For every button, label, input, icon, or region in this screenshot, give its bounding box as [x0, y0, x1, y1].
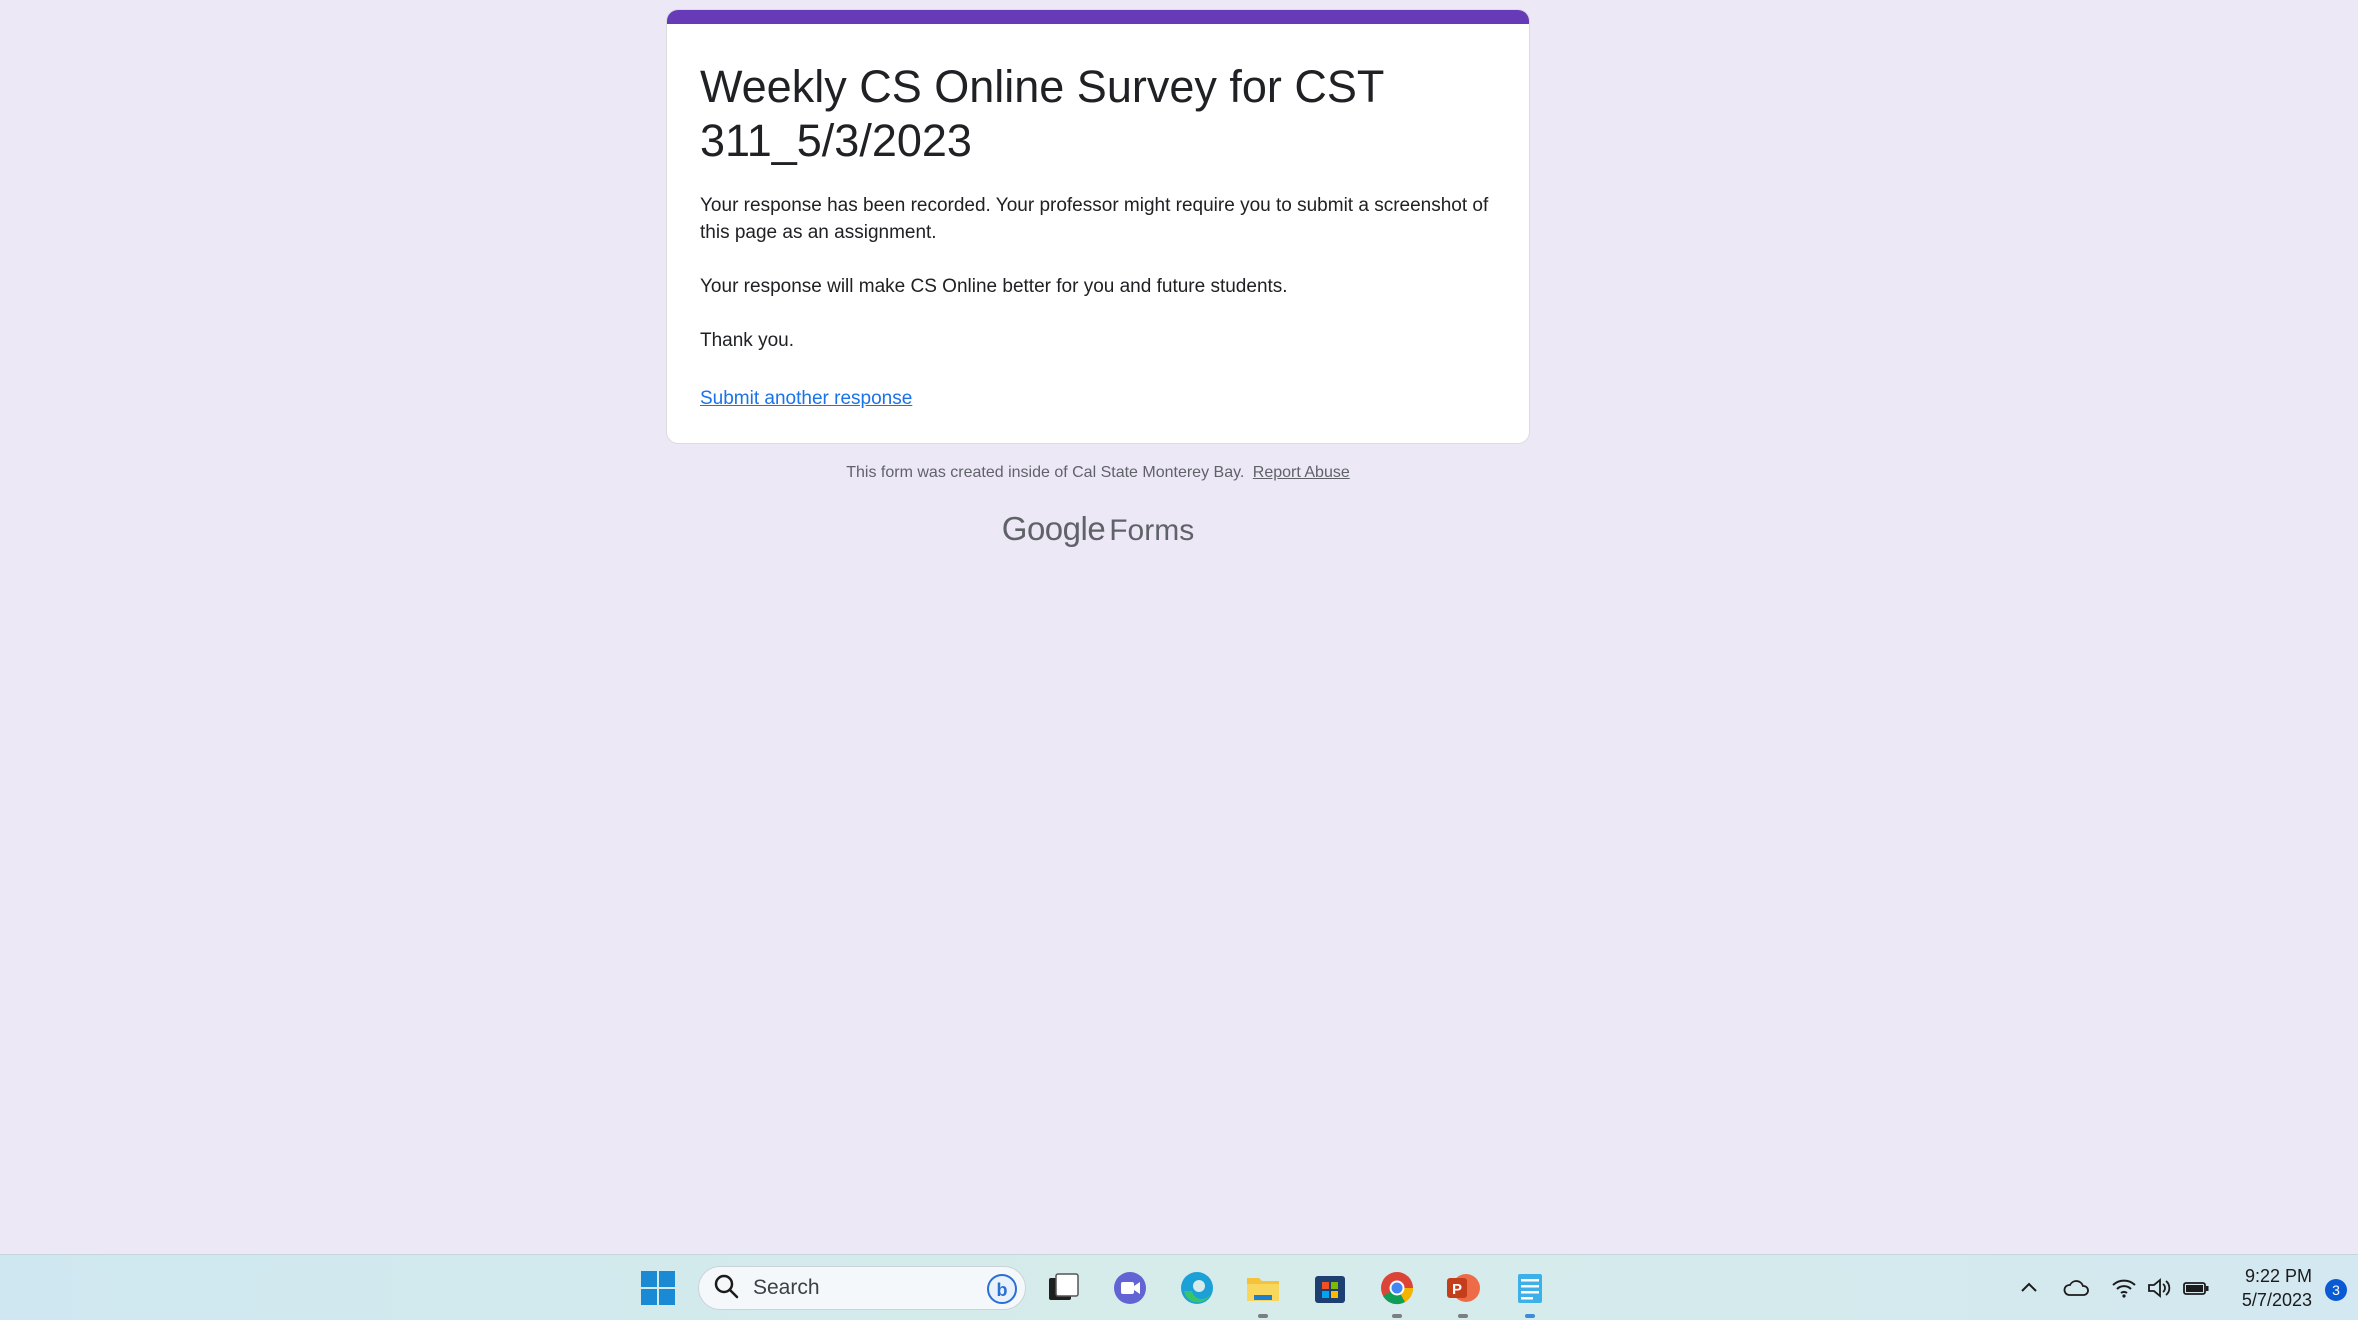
submit-another-response-link[interactable]: Submit another response	[700, 388, 912, 410]
volume-icon[interactable]	[2140, 1268, 2180, 1308]
svg-text:P: P	[1452, 1281, 1462, 1298]
forms-wordmark: Forms	[1109, 514, 1195, 547]
file-explorer-icon[interactable]	[1243, 1268, 1283, 1318]
taskbar-clock[interactable]: 9:22 PM 5/7/2023	[2222, 1264, 2312, 1312]
running-indicator	[1458, 1314, 1468, 1318]
search-icon	[713, 1273, 739, 1304]
wifi-icon[interactable]	[2104, 1268, 2144, 1308]
task-view-icon[interactable]	[1043, 1268, 1083, 1308]
created-inside-text: This form was created inside of Cal Stat…	[846, 464, 1245, 481]
clock-time: 9:22 PM	[2244, 1266, 2312, 1286]
google-forms-logo[interactable]: Google Forms	[666, 510, 1530, 548]
taskbar-search-box[interactable]: Search b	[698, 1266, 1026, 1310]
google-wordmark: Google	[1001, 510, 1106, 547]
clock-date: 5/7/2023	[2241, 1290, 2312, 1310]
start-icon[interactable]	[638, 1268, 678, 1308]
form-confirmation-card: Weekly CS Online Survey for CST 311_5/3/…	[666, 9, 1530, 444]
form-title: Weekly CS Online Survey for CST 311_5/3/…	[700, 61, 1384, 166]
thank-you-message: Thank you.	[700, 330, 794, 351]
search-placeholder: Search	[753, 1276, 820, 1299]
battery-icon[interactable]	[2176, 1268, 2216, 1308]
feedback-message: Your response will make CS Online better…	[700, 276, 1288, 297]
teams-chat-icon[interactable]	[1110, 1268, 1150, 1308]
notepad-icon[interactable]	[1510, 1268, 1550, 1318]
onedrive-cloud-icon[interactable]	[2057, 1268, 2097, 1308]
confirmation-message: Your response has been recorded. Your pr…	[700, 195, 1489, 243]
chevron-up-icon[interactable]	[2009, 1268, 2049, 1308]
report-abuse-link[interactable]: Report Abuse	[1253, 464, 1350, 481]
powerpoint-icon[interactable]: P	[1443, 1268, 1483, 1318]
windows-taskbar: Search b P 9:22 PM 5/7/2023 3	[0, 1254, 2358, 1320]
store-icon[interactable]	[1310, 1268, 1350, 1308]
running-indicator	[1392, 1314, 1402, 1318]
running-indicator	[1258, 1314, 1268, 1318]
svg-text:b: b	[997, 1280, 1008, 1300]
form-accent-bar	[667, 10, 1529, 24]
bing-icon[interactable]: b	[985, 1272, 1019, 1311]
form-card-body: Weekly CS Online Survey for CST 311_5/3/…	[700, 60, 1489, 410]
edge-icon[interactable]	[1177, 1268, 1217, 1308]
browser-viewport: Weekly CS Online Survey for CST 311_5/3/…	[0, 0, 2358, 1254]
form-footer-note: This form was created inside of Cal Stat…	[666, 464, 1530, 482]
notification-badge[interactable]: 3	[2325, 1279, 2347, 1301]
running-indicator	[1525, 1314, 1535, 1318]
chrome-icon[interactable]	[1377, 1268, 1417, 1318]
